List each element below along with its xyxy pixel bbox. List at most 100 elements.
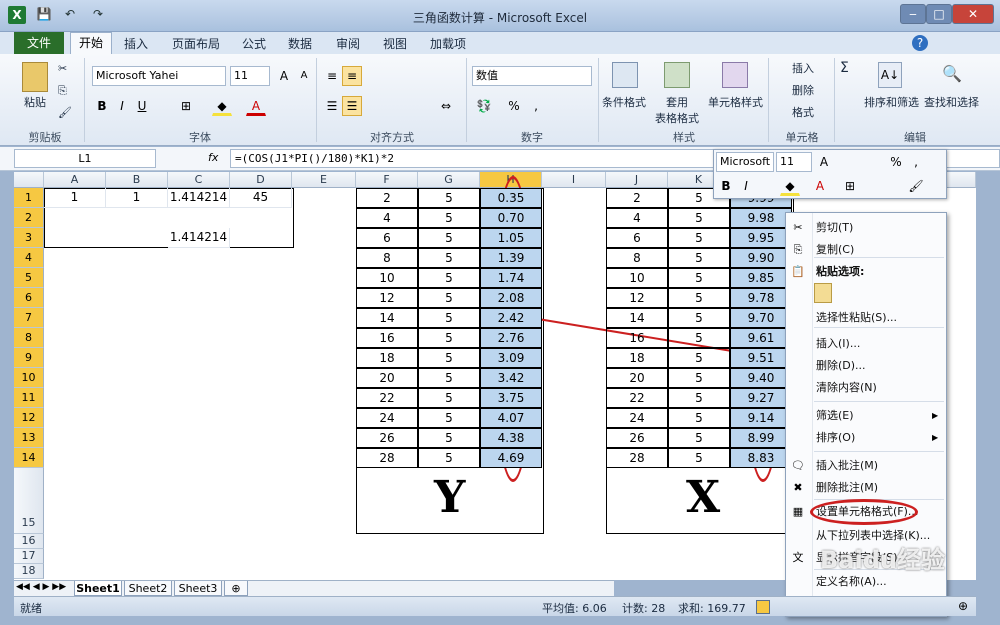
- row-header-7[interactable]: 7: [14, 308, 44, 328]
- cell-g8[interactable]: 5: [418, 328, 480, 348]
- cell-j4[interactable]: 8: [606, 248, 668, 268]
- cell-h13[interactable]: 4.38: [480, 428, 542, 448]
- cell-l9[interactable]: 9.51: [730, 348, 792, 368]
- cell-h5[interactable]: 1.74: [480, 268, 542, 288]
- percent-button[interactable]: %: [504, 96, 524, 116]
- cell-f14[interactable]: 28: [356, 448, 418, 468]
- cell-g14[interactable]: 5: [418, 448, 480, 468]
- cell-k14[interactable]: 5: [668, 448, 730, 468]
- merge-icon[interactable]: ⇔: [436, 96, 456, 116]
- align-left-icon[interactable]: ☰: [322, 96, 342, 116]
- row-header-2[interactable]: 2: [14, 208, 44, 228]
- font-name-combo[interactable]: Microsoft Yahei: [92, 66, 226, 86]
- cell-l2[interactable]: 9.98: [730, 208, 792, 228]
- cell-j10[interactable]: 20: [606, 368, 668, 388]
- format-as-table-icon[interactable]: [664, 62, 690, 88]
- fx-icon[interactable]: fx: [208, 151, 218, 164]
- cell-l7[interactable]: 9.70: [730, 308, 792, 328]
- cell-j5[interactable]: 10: [606, 268, 668, 288]
- cell-k6[interactable]: 5: [668, 288, 730, 308]
- mini-fill-color-icon[interactable]: ◆: [780, 176, 800, 196]
- cell-h9[interactable]: 3.09: [480, 348, 542, 368]
- format-as-table-button[interactable]: 套用 表格格式: [652, 94, 702, 126]
- row-header-17[interactable]: 17: [14, 549, 44, 564]
- tab-review[interactable]: 审阅: [336, 35, 360, 52]
- align-center-icon[interactable]: ☰: [342, 96, 362, 116]
- cell-g7[interactable]: 5: [418, 308, 480, 328]
- tab-page-layout[interactable]: 页面布局: [172, 35, 220, 52]
- cell-l6[interactable]: 9.78: [730, 288, 792, 308]
- cell-g4[interactable]: 5: [418, 248, 480, 268]
- cell-f12[interactable]: 24: [356, 408, 418, 428]
- maximize-button[interactable]: □: [926, 4, 952, 24]
- cell-f6[interactable]: 12: [356, 288, 418, 308]
- cell-j9[interactable]: 18: [606, 348, 668, 368]
- cell-h7[interactable]: 2.42: [480, 308, 542, 328]
- sheet-tab-1[interactable]: Sheet1: [74, 581, 122, 596]
- insert-cells-button[interactable]: 插入: [792, 60, 814, 76]
- tab-file[interactable]: 文件: [14, 32, 64, 54]
- shrink-font-button[interactable]: A: [294, 66, 314, 86]
- name-box[interactable]: L1: [14, 149, 156, 168]
- cell-h4[interactable]: 1.39: [480, 248, 542, 268]
- cell-g11[interactable]: 5: [418, 388, 480, 408]
- cell-h6[interactable]: 2.08: [480, 288, 542, 308]
- context-menu-item-5[interactable]: 插入(I)...: [816, 333, 944, 355]
- copy-icon[interactable]: ⎘: [58, 84, 67, 98]
- row-header-10[interactable]: 10: [14, 368, 44, 388]
- cell-j7[interactable]: 14: [606, 308, 668, 328]
- cell-l4[interactable]: 9.90: [730, 248, 792, 268]
- cell-h12[interactable]: 4.07: [480, 408, 542, 428]
- cell-l10[interactable]: 9.40: [730, 368, 792, 388]
- cell-g3[interactable]: 5: [418, 228, 480, 248]
- row-header-15[interactable]: 15: [14, 468, 44, 534]
- cell-f9[interactable]: 18: [356, 348, 418, 368]
- cell-g6[interactable]: 5: [418, 288, 480, 308]
- row-header-5[interactable]: 5: [14, 268, 44, 288]
- cell-k10[interactable]: 5: [668, 368, 730, 388]
- context-menu-item-4[interactable]: 选择性粘贴(S)...: [816, 307, 944, 329]
- cell-k11[interactable]: 5: [668, 388, 730, 408]
- row-header-18[interactable]: 18: [14, 564, 44, 579]
- cell-l13[interactable]: 8.99: [730, 428, 792, 448]
- row-header-9[interactable]: 9: [14, 348, 44, 368]
- mini-grow-font-icon[interactable]: A: [814, 152, 834, 172]
- cell-f2[interactable]: 4: [356, 208, 418, 228]
- cell-k5[interactable]: 5: [668, 268, 730, 288]
- cell-j3[interactable]: 6: [606, 228, 668, 248]
- cell-k13[interactable]: 5: [668, 428, 730, 448]
- tab-formulas[interactable]: 公式: [242, 35, 266, 52]
- delete-cells-button[interactable]: 删除: [792, 82, 814, 98]
- cell-styles-icon[interactable]: [722, 62, 748, 88]
- find-select-icon[interactable]: 🔍: [940, 62, 964, 88]
- cell-h10[interactable]: 3.42: [480, 368, 542, 388]
- bold-button[interactable]: B: [92, 96, 112, 116]
- cell-k12[interactable]: 5: [668, 408, 730, 428]
- cell-g2[interactable]: 5: [418, 208, 480, 228]
- cell-g5[interactable]: 5: [418, 268, 480, 288]
- format-painter-icon[interactable]: 🖌: [58, 106, 72, 119]
- align-middle-icon[interactable]: ≡: [342, 66, 362, 86]
- row-header-13[interactable]: 13: [14, 428, 44, 448]
- conditional-format-button[interactable]: 条件格式: [602, 94, 646, 110]
- italic-button[interactable]: I: [112, 96, 132, 116]
- number-format-combo[interactable]: 数值: [472, 66, 592, 86]
- paste-option-icon[interactable]: [814, 283, 832, 303]
- cell-k2[interactable]: 5: [668, 208, 730, 228]
- context-menu-item-1[interactable]: 剪切(T): [816, 217, 944, 239]
- mini-font-color-icon[interactable]: A: [810, 176, 830, 196]
- cell-f3[interactable]: 6: [356, 228, 418, 248]
- mini-format-painter-icon[interactable]: 🖌: [906, 176, 926, 196]
- close-button[interactable]: ✕: [952, 4, 994, 24]
- row-header-8[interactable]: 8: [14, 328, 44, 348]
- context-menu-item-9[interactable]: 排序(O): [816, 427, 944, 449]
- cell-k9[interactable]: 5: [668, 348, 730, 368]
- row-header-16[interactable]: 16: [14, 534, 44, 549]
- cell-l14[interactable]: 8.83: [730, 448, 792, 468]
- cell-g10[interactable]: 5: [418, 368, 480, 388]
- row-header-14[interactable]: 14: [14, 448, 44, 468]
- cell-g9[interactable]: 5: [418, 348, 480, 368]
- paste-icon[interactable]: [22, 62, 48, 92]
- context-menu-item-6[interactable]: 删除(D)...: [816, 355, 944, 377]
- tab-insert[interactable]: 插入: [124, 35, 148, 52]
